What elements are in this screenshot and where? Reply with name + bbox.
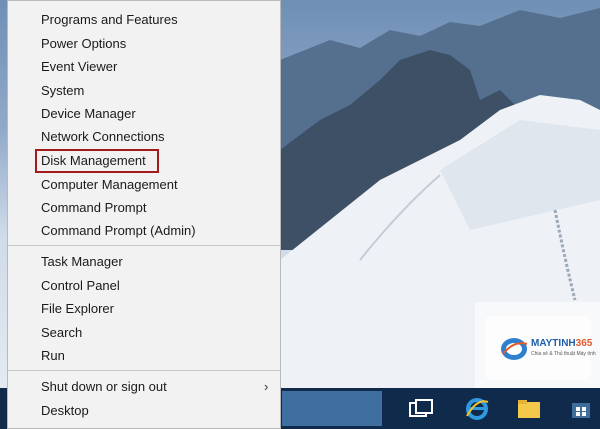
menu-item-system[interactable]: System bbox=[8, 79, 280, 102]
menu-item-device-manager[interactable]: Device Manager bbox=[8, 102, 280, 125]
menu-item-programs-and-features[interactable]: Programs and Features bbox=[8, 8, 280, 31]
menu-item-command-prompt-admin[interactable]: Command Prompt (Admin) bbox=[8, 219, 280, 242]
menu-item-task-manager[interactable]: Task Manager bbox=[8, 250, 280, 273]
menu-item-control-panel[interactable]: Control Panel bbox=[8, 274, 280, 297]
menu-item-shut-down-or-sign-out[interactable]: Shut down or sign out › bbox=[8, 375, 280, 398]
task-view-icon[interactable] bbox=[406, 394, 436, 424]
power-user-menu: Programs and Features Power Options Even… bbox=[7, 0, 281, 429]
menu-item-event-viewer[interactable]: Event Viewer bbox=[8, 55, 280, 78]
menu-item-network-connections[interactable]: Network Connections bbox=[8, 125, 280, 148]
menu-separator bbox=[8, 245, 280, 246]
highlight-box bbox=[35, 149, 159, 173]
file-explorer-icon[interactable] bbox=[514, 394, 544, 424]
menu-item-computer-management[interactable]: Computer Management bbox=[8, 173, 280, 196]
menu-item-run[interactable]: Run bbox=[8, 344, 280, 367]
store-icon[interactable] bbox=[566, 394, 596, 424]
internet-explorer-icon[interactable] bbox=[462, 394, 492, 424]
menu-separator bbox=[8, 370, 280, 371]
watermark-panel: MAYTINH365 Chia sẻ & Thủ thuật Máy tính bbox=[485, 316, 596, 380]
menu-item-search[interactable]: Search bbox=[8, 321, 280, 344]
maytinh365-logo-icon bbox=[499, 336, 529, 362]
watermark-brand: MAYTINH365 bbox=[531, 338, 593, 349]
watermark-tagline: Chia sẻ & Thủ thuật Máy tính bbox=[531, 351, 596, 357]
menu-item-power-options[interactable]: Power Options bbox=[8, 32, 280, 55]
chevron-right-icon: › bbox=[264, 379, 269, 394]
watermark: MAYTINH365 Chia sẻ & Thủ thuật Máy tính bbox=[475, 302, 600, 388]
menu-item-desktop[interactable]: Desktop bbox=[8, 399, 280, 422]
menu-item-command-prompt[interactable]: Command Prompt bbox=[8, 196, 280, 219]
menu-item-file-explorer[interactable]: File Explorer bbox=[8, 297, 280, 320]
taskbar-search-box[interactable] bbox=[282, 391, 382, 426]
